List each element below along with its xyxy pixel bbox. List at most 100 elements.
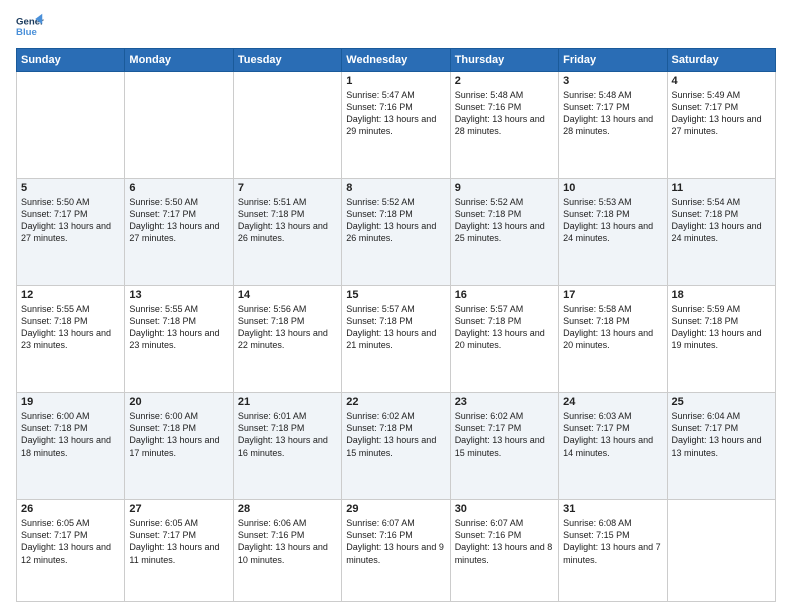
cell-info: Sunrise: 6:07 AM [346, 517, 445, 529]
column-header-thursday: Thursday [450, 49, 558, 72]
cell-info: Sunrise: 5:54 AM [672, 196, 771, 208]
calendar-cell [17, 72, 125, 179]
cell-info: Sunrise: 5:53 AM [563, 196, 662, 208]
calendar-cell: 1 Sunrise: 5:47 AMSunset: 7:16 PMDaylight… [342, 72, 450, 179]
cell-info: Daylight: 13 hours and 28 minutes. [563, 113, 662, 137]
calendar-cell: 12Sunrise: 5:55 AMSunset: 7:18 PMDayligh… [17, 286, 125, 393]
day-number: 1 [346, 75, 445, 87]
cell-info: Daylight: 13 hours and 15 minutes. [346, 434, 445, 458]
cell-info: Sunrise: 5:49 AM [672, 89, 771, 101]
cell-info: Sunset: 7:17 PM [129, 208, 228, 220]
cell-info: Daylight: 13 hours and 29 minutes. [346, 113, 445, 137]
calendar-cell: 17Sunrise: 5:58 AMSunset: 7:18 PMDayligh… [559, 286, 667, 393]
cell-info: Daylight: 13 hours and 9 minutes. [346, 541, 445, 565]
cell-info: Daylight: 13 hours and 20 minutes. [563, 327, 662, 351]
cell-info: Sunset: 7:16 PM [455, 529, 554, 541]
cell-info: Sunrise: 5:51 AM [238, 196, 337, 208]
column-header-saturday: Saturday [667, 49, 775, 72]
day-number: 13 [129, 289, 228, 301]
day-number: 26 [21, 503, 120, 515]
calendar-cell: 9Sunrise: 5:52 AMSunset: 7:18 PMDaylight… [450, 179, 558, 286]
cell-info: Sunset: 7:16 PM [455, 101, 554, 113]
calendar-cell: 5Sunrise: 5:50 AMSunset: 7:17 PMDaylight… [17, 179, 125, 286]
cell-info: Sunrise: 5:48 AM [455, 89, 554, 101]
cell-info: Sunrise: 6:08 AM [563, 517, 662, 529]
calendar-cell: 27Sunrise: 6:05 AMSunset: 7:17 PMDayligh… [125, 500, 233, 602]
cell-info: Sunset: 7:18 PM [346, 422, 445, 434]
cell-info: Daylight: 13 hours and 26 minutes. [238, 220, 337, 244]
cell-info: Sunset: 7:16 PM [346, 101, 445, 113]
cell-info: Sunset: 7:18 PM [129, 315, 228, 327]
cell-info: Sunrise: 6:07 AM [455, 517, 554, 529]
cell-info: Sunset: 7:18 PM [455, 315, 554, 327]
calendar-cell: 14Sunrise: 5:56 AMSunset: 7:18 PMDayligh… [233, 286, 341, 393]
cell-info: Daylight: 13 hours and 8 minutes. [455, 541, 554, 565]
day-number: 23 [455, 396, 554, 408]
day-number: 30 [455, 503, 554, 515]
cell-info: Sunset: 7:17 PM [672, 101, 771, 113]
day-number: 22 [346, 396, 445, 408]
cell-info: Sunrise: 5:57 AM [455, 303, 554, 315]
column-header-wednesday: Wednesday [342, 49, 450, 72]
calendar-cell: 18Sunrise: 5:59 AMSunset: 7:18 PMDayligh… [667, 286, 775, 393]
cell-info: Sunset: 7:17 PM [563, 101, 662, 113]
cell-info: Sunset: 7:18 PM [21, 315, 120, 327]
cell-info: Sunrise: 5:55 AM [129, 303, 228, 315]
cell-info: Sunrise: 6:04 AM [672, 410, 771, 422]
calendar-cell: 26Sunrise: 6:05 AMSunset: 7:17 PMDayligh… [17, 500, 125, 602]
cell-info: Sunrise: 5:50 AM [129, 196, 228, 208]
logo-icon: General Blue [16, 12, 44, 40]
calendar-cell: 19Sunrise: 6:00 AMSunset: 7:18 PMDayligh… [17, 393, 125, 500]
cell-info: Sunrise: 6:00 AM [21, 410, 120, 422]
calendar-cell: 4 Sunrise: 5:49 AMSunset: 7:17 PMDaylight… [667, 72, 775, 179]
cell-info: Sunrise: 5:59 AM [672, 303, 771, 315]
day-number: 14 [238, 289, 337, 301]
cell-info: Daylight: 13 hours and 22 minutes. [238, 327, 337, 351]
cell-info: Sunrise: 5:58 AM [563, 303, 662, 315]
cell-info: Sunset: 7:17 PM [129, 529, 228, 541]
calendar-cell: 29Sunrise: 6:07 AMSunset: 7:16 PMDayligh… [342, 500, 450, 602]
cell-info: Sunset: 7:18 PM [672, 208, 771, 220]
cell-info: Sunset: 7:16 PM [238, 529, 337, 541]
cell-info: Sunset: 7:18 PM [455, 208, 554, 220]
day-number: 16 [455, 289, 554, 301]
logo: General Blue [16, 12, 44, 40]
day-number: 28 [238, 503, 337, 515]
calendar-cell: 24Sunrise: 6:03 AMSunset: 7:17 PMDayligh… [559, 393, 667, 500]
calendar-cell [667, 500, 775, 602]
cell-info: Sunrise: 5:50 AM [21, 196, 120, 208]
calendar-table: SundayMondayTuesdayWednesdayThursdayFrid… [16, 48, 776, 602]
cell-info: Daylight: 13 hours and 14 minutes. [563, 434, 662, 458]
cell-info: Sunrise: 5:55 AM [21, 303, 120, 315]
page: General Blue SundayMondayTuesdayWednesda… [0, 0, 792, 612]
cell-info: Sunset: 7:18 PM [346, 315, 445, 327]
calendar-header-row: SundayMondayTuesdayWednesdayThursdayFrid… [17, 49, 776, 72]
calendar-cell [233, 72, 341, 179]
cell-info: Daylight: 13 hours and 27 minutes. [672, 113, 771, 137]
cell-info: Daylight: 13 hours and 18 minutes. [21, 434, 120, 458]
day-number: 4 [672, 75, 771, 87]
cell-info: Daylight: 13 hours and 12 minutes. [21, 541, 120, 565]
calendar-cell [125, 72, 233, 179]
cell-info: Sunrise: 5:56 AM [238, 303, 337, 315]
day-number: 10 [563, 182, 662, 194]
calendar-cell: 8Sunrise: 5:52 AMSunset: 7:18 PMDaylight… [342, 179, 450, 286]
cell-info: Sunrise: 5:48 AM [563, 89, 662, 101]
cell-info: Sunset: 7:15 PM [563, 529, 662, 541]
calendar-cell: 20Sunrise: 6:00 AMSunset: 7:18 PMDayligh… [125, 393, 233, 500]
cell-info: Daylight: 13 hours and 27 minutes. [129, 220, 228, 244]
day-number: 24 [563, 396, 662, 408]
cell-info: Daylight: 13 hours and 23 minutes. [21, 327, 120, 351]
cell-info: Sunrise: 5:47 AM [346, 89, 445, 101]
cell-info: Sunset: 7:18 PM [238, 208, 337, 220]
cell-info: Daylight: 13 hours and 24 minutes. [672, 220, 771, 244]
cell-info: Sunset: 7:18 PM [563, 315, 662, 327]
cell-info: Sunrise: 5:52 AM [346, 196, 445, 208]
cell-info: Daylight: 13 hours and 24 minutes. [563, 220, 662, 244]
calendar-cell: 28Sunrise: 6:06 AMSunset: 7:16 PMDayligh… [233, 500, 341, 602]
cell-info: Sunrise: 5:52 AM [455, 196, 554, 208]
calendar-cell: 21Sunrise: 6:01 AMSunset: 7:18 PMDayligh… [233, 393, 341, 500]
calendar-cell: 23Sunrise: 6:02 AMSunset: 7:17 PMDayligh… [450, 393, 558, 500]
cell-info: Daylight: 13 hours and 10 minutes. [238, 541, 337, 565]
cell-info: Sunrise: 6:02 AM [346, 410, 445, 422]
